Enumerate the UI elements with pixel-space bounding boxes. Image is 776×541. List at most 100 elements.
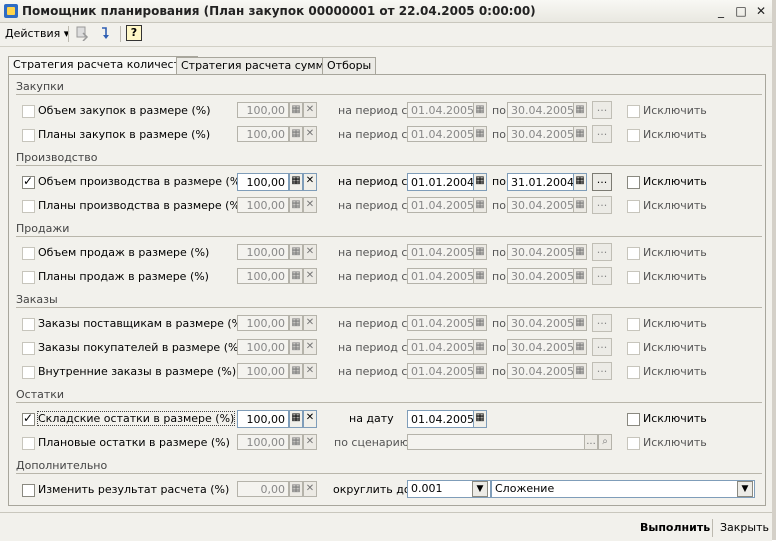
customer-orders-exclude-checkbox[interactable] xyxy=(627,342,640,355)
change-result-checkbox[interactable] xyxy=(22,484,35,497)
supplier-orders-exclude-checkbox[interactable] xyxy=(627,318,640,331)
planned-stock-percent[interactable]: 100,00 xyxy=(237,434,289,450)
calendar-icon[interactable]: ▦ xyxy=(473,339,487,355)
customer-orders-date-from[interactable]: 01.04.2005 xyxy=(407,339,475,355)
tab-quantity-strategy[interactable]: Стратегия расчета количества xyxy=(8,56,199,74)
select-dots-icon[interactable]: ... xyxy=(584,434,598,450)
production-volume-date-from[interactable]: 01.01.2004 xyxy=(407,173,475,191)
customer-orders-percent[interactable]: 100,00 xyxy=(237,339,289,355)
sales-volume-date-to[interactable]: 30.04.2005 xyxy=(507,244,575,260)
calendar-icon[interactable]: ▦ xyxy=(473,126,487,142)
supplier-orders-period-button[interactable]: ... xyxy=(592,314,612,332)
help-icon[interactable]: ? xyxy=(126,25,142,41)
clear-icon[interactable]: ✕ xyxy=(303,339,317,355)
sales-volume-exclude-checkbox[interactable] xyxy=(627,247,640,260)
clear-icon[interactable]: ✕ xyxy=(303,126,317,142)
purchase-plans-exclude-checkbox[interactable] xyxy=(627,129,640,142)
production-plans-checkbox[interactable] xyxy=(22,200,35,213)
purchase-plans-checkbox[interactable] xyxy=(22,129,35,142)
internal-orders-date-from[interactable]: 01.04.2005 xyxy=(407,363,475,379)
calculator-icon[interactable]: ▦ xyxy=(289,173,303,191)
calculator-icon[interactable]: ▦ xyxy=(289,410,303,428)
customer-orders-checkbox[interactable] xyxy=(22,342,35,355)
calendar-icon[interactable]: ▦ xyxy=(473,102,487,118)
purchase-volume-percent[interactable]: 100,00 xyxy=(237,102,289,118)
purchase-plans-period-button[interactable]: ... xyxy=(592,125,612,143)
production-plans-date-from[interactable]: 01.04.2005 xyxy=(407,197,475,213)
calendar-icon[interactable]: ▦ xyxy=(573,244,587,260)
sales-volume-date-from[interactable]: 01.04.2005 xyxy=(407,244,475,260)
planned-stock-checkbox[interactable] xyxy=(22,437,35,450)
purchase-volume-checkbox[interactable] xyxy=(22,105,35,118)
sales-plans-exclude-checkbox[interactable] xyxy=(627,271,640,284)
production-volume-date-to[interactable]: 31.01.2004 xyxy=(507,173,575,191)
sales-plans-percent[interactable]: 100,00 xyxy=(237,268,289,284)
calendar-icon[interactable]: ▦ xyxy=(573,126,587,142)
sales-plans-period-button[interactable]: ... xyxy=(592,267,612,285)
purchase-plans-date-to[interactable]: 30.04.2005 xyxy=(507,126,575,142)
calendar-icon[interactable]: ▦ xyxy=(573,268,587,284)
supplier-orders-date-to[interactable]: 30.04.2005 xyxy=(507,315,575,331)
supplier-orders-date-from[interactable]: 01.04.2005 xyxy=(407,315,475,331)
calculator-icon[interactable]: ▦ xyxy=(289,481,303,497)
production-plans-percent[interactable]: 100,00 xyxy=(237,197,289,213)
purchase-volume-period-button[interactable]: ... xyxy=(592,101,612,119)
customer-orders-period-button[interactable]: ... xyxy=(592,338,612,356)
tab-sum-strategy[interactable]: Стратегия расчета суммы xyxy=(176,57,338,74)
calendar-icon[interactable]: ▦ xyxy=(473,315,487,331)
sales-plans-date-to[interactable]: 30.04.2005 xyxy=(507,268,575,284)
internal-orders-period-button[interactable]: ... xyxy=(592,362,612,380)
production-plans-date-to[interactable]: 30.04.2005 xyxy=(507,197,575,213)
purchase-volume-date-to[interactable]: 30.04.2005 xyxy=(507,102,575,118)
calendar-icon[interactable]: ▦ xyxy=(573,315,587,331)
clear-icon[interactable]: ✕ xyxy=(303,102,317,118)
tab-filters[interactable]: Отборы xyxy=(322,57,377,74)
internal-orders-checkbox[interactable] xyxy=(22,366,35,379)
production-plans-period-button[interactable]: ... xyxy=(592,196,612,214)
chevron-down-icon[interactable]: ▼ xyxy=(737,481,753,497)
internal-orders-date-to[interactable]: 30.04.2005 xyxy=(507,363,575,379)
calendar-icon[interactable]: ▦ xyxy=(473,363,487,379)
clear-icon[interactable]: ✕ xyxy=(303,244,317,260)
calendar-icon[interactable]: ▦ xyxy=(573,102,587,118)
clear-icon[interactable]: ✕ xyxy=(303,315,317,331)
production-volume-period-button[interactable]: ... xyxy=(592,173,612,191)
sales-volume-period-button[interactable]: ... xyxy=(592,243,612,261)
supplier-orders-percent[interactable]: 100,00 xyxy=(237,315,289,331)
purchase-volume-exclude-checkbox[interactable] xyxy=(627,105,640,118)
actions-menu[interactable]: Действия ▾ xyxy=(5,27,69,40)
internal-orders-exclude-checkbox[interactable] xyxy=(627,366,640,379)
clear-icon[interactable]: ✕ xyxy=(303,363,317,379)
calendar-icon[interactable]: ▦ xyxy=(573,173,587,191)
close-button[interactable]: Закрыть xyxy=(720,521,769,534)
clear-icon[interactable]: ✕ xyxy=(303,268,317,284)
sales-volume-checkbox[interactable] xyxy=(22,247,35,260)
purchase-plans-percent[interactable]: 100,00 xyxy=(237,126,289,142)
clear-icon[interactable]: ✕ xyxy=(303,481,317,497)
warehouse-stock-date[interactable]: 01.04.2005 xyxy=(407,410,475,428)
calendar-icon[interactable]: ▦ xyxy=(573,197,587,213)
internal-orders-percent[interactable]: 100,00 xyxy=(237,363,289,379)
calendar-icon[interactable]: ▦ xyxy=(473,268,487,284)
warehouse-stock-exclude-checkbox[interactable] xyxy=(627,413,640,426)
calendar-icon[interactable]: ▦ xyxy=(473,173,487,191)
production-plans-exclude-checkbox[interactable] xyxy=(627,200,640,213)
chevron-down-icon[interactable]: ▼ xyxy=(472,481,488,497)
change-result-percent[interactable]: 0,00 xyxy=(237,481,289,497)
sales-volume-percent[interactable]: 100,00 xyxy=(237,244,289,260)
sales-plans-checkbox[interactable] xyxy=(22,271,35,284)
production-volume-exclude-checkbox[interactable] xyxy=(627,176,640,189)
calendar-icon[interactable]: ▦ xyxy=(473,244,487,260)
clear-icon[interactable]: ✕ xyxy=(303,434,317,450)
calendar-icon[interactable]: ▦ xyxy=(573,339,587,355)
calculator-icon[interactable]: ▦ xyxy=(289,244,303,260)
sales-plans-date-from[interactable]: 01.04.2005 xyxy=(407,268,475,284)
planned-stock-exclude-checkbox[interactable] xyxy=(627,437,640,450)
calendar-icon[interactable]: ▦ xyxy=(473,410,487,428)
warehouse-stock-percent[interactable]: 100,00 xyxy=(237,410,289,428)
clear-icon[interactable]: ✕ xyxy=(303,197,317,213)
calculator-icon[interactable]: ▦ xyxy=(289,339,303,355)
fill-down-icon[interactable] xyxy=(74,25,90,41)
search-icon[interactable]: ⌕ xyxy=(598,434,612,450)
calculator-icon[interactable]: ▦ xyxy=(289,434,303,450)
